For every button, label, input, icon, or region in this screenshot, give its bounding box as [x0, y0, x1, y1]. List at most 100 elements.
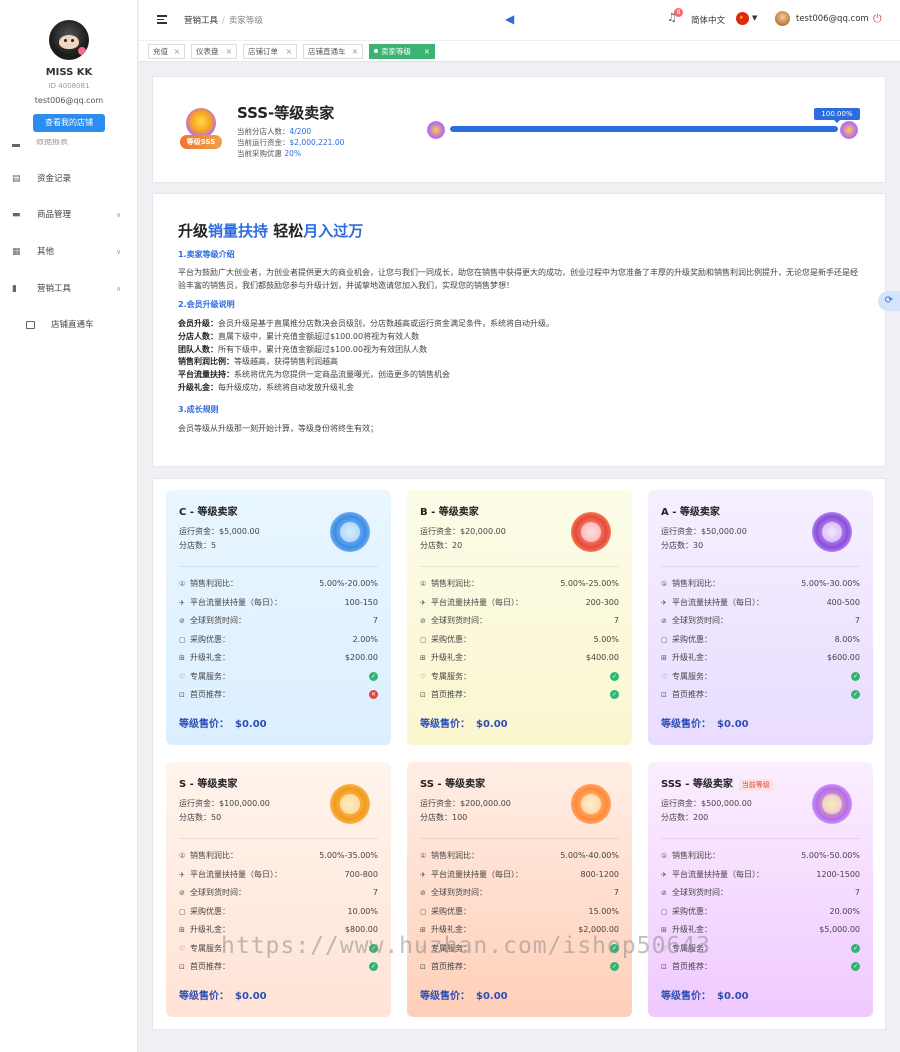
sidebar-item-goods[interactable]: ▬ 商品管理 ∨: [0, 207, 138, 223]
level-card[interactable]: S - 等级卖家 运行资金：$100,000.00 分店数：50 ① 销售利润比： 5.0…: [166, 762, 391, 1017]
sidebar-item-marketing[interactable]: ▮ 营销工具 ∧: [0, 281, 138, 297]
level-card[interactable]: SS - 等级卖家 运行资金：$200,000.00 分店数：100 ① 销售利润比： 5…: [407, 762, 632, 1017]
view-shop-button[interactable]: 查看我的店铺: [33, 114, 105, 132]
row-value: 800-1200: [580, 869, 619, 879]
globe-icon: ⊘: [420, 617, 426, 625]
close-icon[interactable]: ×: [226, 45, 232, 58]
growth-paragraph: 会员等级从升级那一刻开始计算，等级身份将终生有效；: [178, 424, 378, 433]
current-level-badge: 当前等级: [738, 779, 773, 791]
profit-icon: ①: [661, 580, 668, 588]
sidebar-item-other[interactable]: ▦ 其他 ∨: [0, 244, 138, 260]
sidebar-item-partial[interactable]: 数据报表: [12, 139, 132, 147]
level-card-title: SSS - 等级卖家 当前等级: [661, 775, 773, 791]
flight-icon: ✈: [179, 870, 185, 879]
level-card[interactable]: A - 等级卖家 运行资金：$50,000.00 分店数：30 ① 销售利润比： 5.00…: [648, 490, 873, 745]
ruby-medal-icon: [567, 510, 615, 556]
profit-icon: ①: [420, 852, 427, 860]
flight-icon: ✈: [661, 870, 667, 879]
header-avatar[interactable]: [775, 11, 790, 26]
row-label: 首页推荐：: [431, 690, 471, 699]
close-icon[interactable]: ×: [286, 45, 292, 58]
check-icon: ✓: [610, 690, 619, 699]
close-icon[interactable]: ×: [174, 45, 180, 58]
menu-toggle-icon[interactable]: [157, 15, 167, 24]
profit-icon: ①: [420, 580, 427, 588]
row-value: $600.00: [826, 653, 860, 662]
current-level-title: SSS-等级卖家: [237, 104, 335, 122]
row-label: 采购优惠：: [431, 634, 471, 644]
level-price: 等级售价： $0.00: [661, 719, 749, 730]
top-header: 营销工具 / 卖家等级 ◀ ♫ 8 简体中文 ★ ▼ test006@qq.com ⏻: [139, 0, 900, 40]
caret-down-icon[interactable]: ▼: [752, 14, 757, 22]
close-icon[interactable]: ×: [352, 45, 358, 58]
benefit-row: ⊘ 全球到货时间： 7: [420, 615, 619, 627]
level-price: 等级售价： $0.00: [420, 719, 508, 730]
close-icon[interactable]: ×: [424, 45, 430, 58]
flight-icon: ✈: [179, 598, 185, 607]
logout-icon[interactable]: ⏻: [873, 12, 882, 26]
benefit-row: ⊡ 首页推荐： ✓: [661, 689, 860, 701]
user-email: test006@qq.com: [34, 96, 104, 105]
rule-line: 升级礼金：每升级成功，系统将自动发放升级礼金: [178, 382, 354, 392]
benefit-row: ♡ 专属服务： ✓: [179, 671, 378, 683]
rule-line: 平台流量扶持：系统将优先为您提供一定商品流量曝光，创造更多的销售机会: [178, 370, 450, 380]
thumbs-up-icon: ⊡: [420, 691, 426, 699]
level-card[interactable]: B - 等级卖家 运行资金：$20,000.00 分店数：20 ① 销售利润比： 5.00…: [407, 490, 632, 745]
tab-shop-express[interactable]: 店铺直通车 ×: [303, 44, 363, 59]
tab-dashboard[interactable]: 仪表盘 ×: [191, 44, 237, 59]
row-label: 全球到货时间：: [672, 888, 728, 897]
level-fund: 运行资金：$200,000.00: [420, 799, 511, 808]
benefit-row: ▢ 采购优惠： 5.00%: [420, 634, 619, 646]
thumbs-up-icon: ⊡: [420, 963, 426, 971]
tab-shop-orders[interactable]: 店铺订单 ×: [243, 44, 297, 59]
section-title: 2.会员升级说明: [178, 300, 235, 309]
row-label: 首页推荐：: [190, 690, 230, 699]
row-value: 8.00%: [834, 634, 860, 644]
globe-icon: ⊘: [179, 889, 185, 897]
service-icon: ♡: [661, 672, 668, 681]
row-label: 销售利润比：: [431, 579, 479, 588]
bell-icon[interactable]: ♫ 8: [667, 8, 683, 25]
language-select[interactable]: 简体中文: [691, 14, 725, 26]
gift-icon: ⊞: [661, 654, 667, 662]
avatar[interactable]: [49, 20, 89, 60]
benefit-row: ① 销售利润比： 5.00%-40.00%: [420, 850, 619, 862]
row-label: 专属服务：: [672, 671, 712, 681]
benefit-row: ⊘ 全球到货时间： 7: [661, 887, 860, 899]
floating-helper-icon[interactable]: ⟳: [878, 291, 900, 311]
benefit-row: ⊘ 全球到货时间： 7: [179, 887, 378, 899]
tab-bar: 充值 × 仪表盘 × 店铺订单 × 店铺直通车 × 卖家等级 ×: [139, 40, 900, 62]
tab-seller-level[interactable]: 卖家等级 ×: [369, 44, 435, 59]
breadcrumb-item[interactable]: 营销工具: [184, 16, 218, 26]
row-label: 平台流量扶持量（每日）：: [672, 597, 764, 607]
row-value: 5.00%-40.00%: [560, 851, 619, 860]
benefit-row: ① 销售利润比： 5.00%-30.00%: [661, 578, 860, 590]
benefit-row: ▢ 采购优惠： 15.00%: [420, 906, 619, 918]
benefit-row: ① 销售利润比： 5.00%-20.00%: [179, 578, 378, 590]
chevron-down-icon: ∨: [116, 211, 122, 219]
wallet-icon: ▤: [12, 174, 21, 184]
check-icon: ✓: [851, 690, 860, 699]
progress-tooltip: 100.00%: [814, 108, 860, 123]
level-card[interactable]: C - 等级卖家 运行资金：$5,000.00 分店数：5 ① 销售利润比： 5.00%-…: [166, 490, 391, 745]
benefit-row: ✈ 平台流量扶持量（每日）： 400-500: [661, 597, 860, 609]
row-label: 首页推荐：: [190, 962, 230, 971]
level-shops: 分店数：100: [420, 813, 468, 822]
row-value: 7: [854, 888, 860, 897]
level-price: 等级售价： $0.00: [420, 991, 508, 1002]
current-discount: 当前采购优惠 20%: [237, 149, 302, 158]
row-value: 1200-1500: [816, 869, 860, 879]
benefit-row: ▢ 采购优惠： 20.00%: [661, 906, 860, 918]
sidebar-item-shop-express[interactable]: 店铺直通车: [0, 317, 138, 333]
row-label: 平台流量扶持量（每日）：: [431, 597, 523, 607]
header-user-email[interactable]: test006@qq.com: [796, 14, 869, 24]
level-card-title: B - 等级卖家: [420, 507, 479, 518]
speaker-icon[interactable]: ◀: [505, 12, 517, 26]
sidebar-item-funds[interactable]: ▤ 资金记录: [0, 171, 138, 187]
tab-recharge[interactable]: 充值 ×: [148, 44, 185, 59]
level-start-icon: [427, 121, 445, 139]
truck-icon: [26, 321, 35, 329]
level-card[interactable]: SSS - 等级卖家 当前等级 运行资金：$500,000.00 分店数：200 ① 销售…: [648, 762, 873, 1017]
row-value: 7: [854, 616, 860, 625]
china-flag-icon[interactable]: ★: [736, 12, 749, 25]
